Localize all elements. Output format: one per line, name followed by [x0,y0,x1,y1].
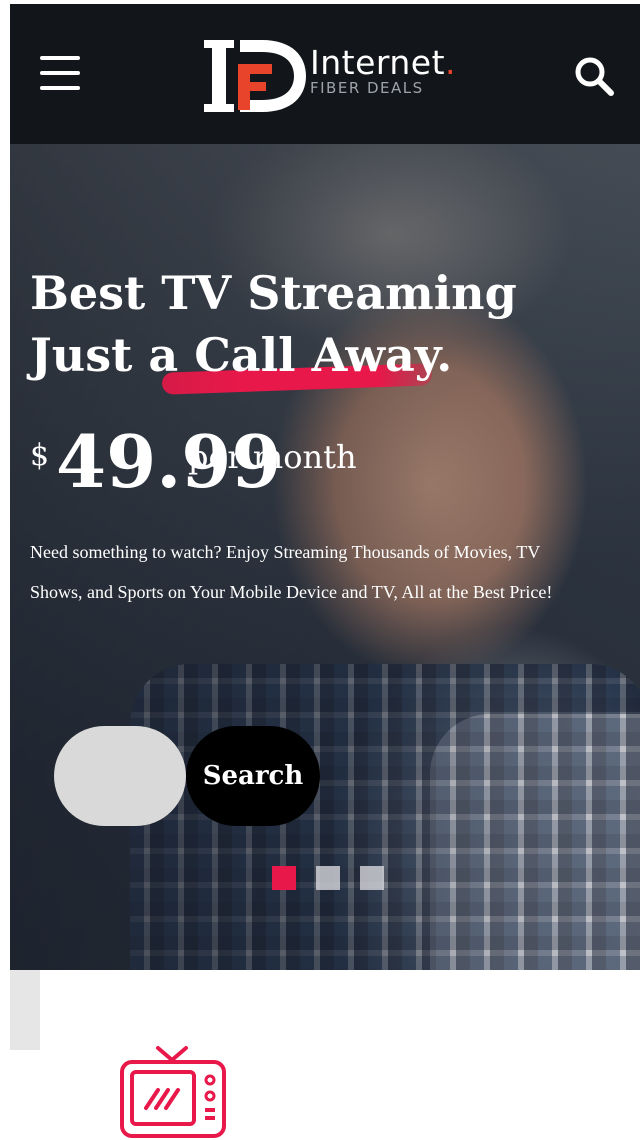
hero-title-line-1: Best TV Streaming [30,266,517,320]
search-button[interactable]: Search [186,726,320,826]
hamburger-bar [40,56,80,60]
slider-dot-1[interactable] [272,866,296,890]
price-currency: $ [30,438,50,473]
hamburger-menu-button[interactable] [40,56,82,94]
site-header: Internet. FIBER DEALS [10,4,640,144]
hero-title-line-2: Just a Call Away. [30,328,453,382]
slider-dot-3[interactable] [360,866,384,890]
page-frame: Internet. FIBER DEALS Best TV Streaming … [10,4,640,1140]
section-edge [10,970,40,1050]
hero-slider: Best TV Streaming Just a Call Away. $ 49… [10,144,640,970]
logo-mark-icon [204,40,306,112]
zip-search-input[interactable] [54,726,186,826]
logo-text: Internet. FIBER DEALS [310,46,456,96]
price-unit: per month [188,438,357,476]
feature-card [40,970,640,1140]
hamburger-bar [40,71,80,75]
logo-dot: . [445,43,456,82]
logo-wordmark: Internet [310,43,446,82]
header-search-button[interactable] [572,54,616,98]
hero-description: Need something to watch? Enjoy Streaming… [30,542,553,602]
hero-title: Best TV Streaming Just a Call Away. [30,262,590,386]
slider-dot-2[interactable] [316,866,340,890]
logo-tagline: FIBER DEALS [310,79,424,97]
hamburger-bar [40,86,80,90]
tv-icon [120,1046,226,1138]
search-icon [575,57,614,96]
site-logo[interactable]: Internet. FIBER DEALS [200,38,460,114]
